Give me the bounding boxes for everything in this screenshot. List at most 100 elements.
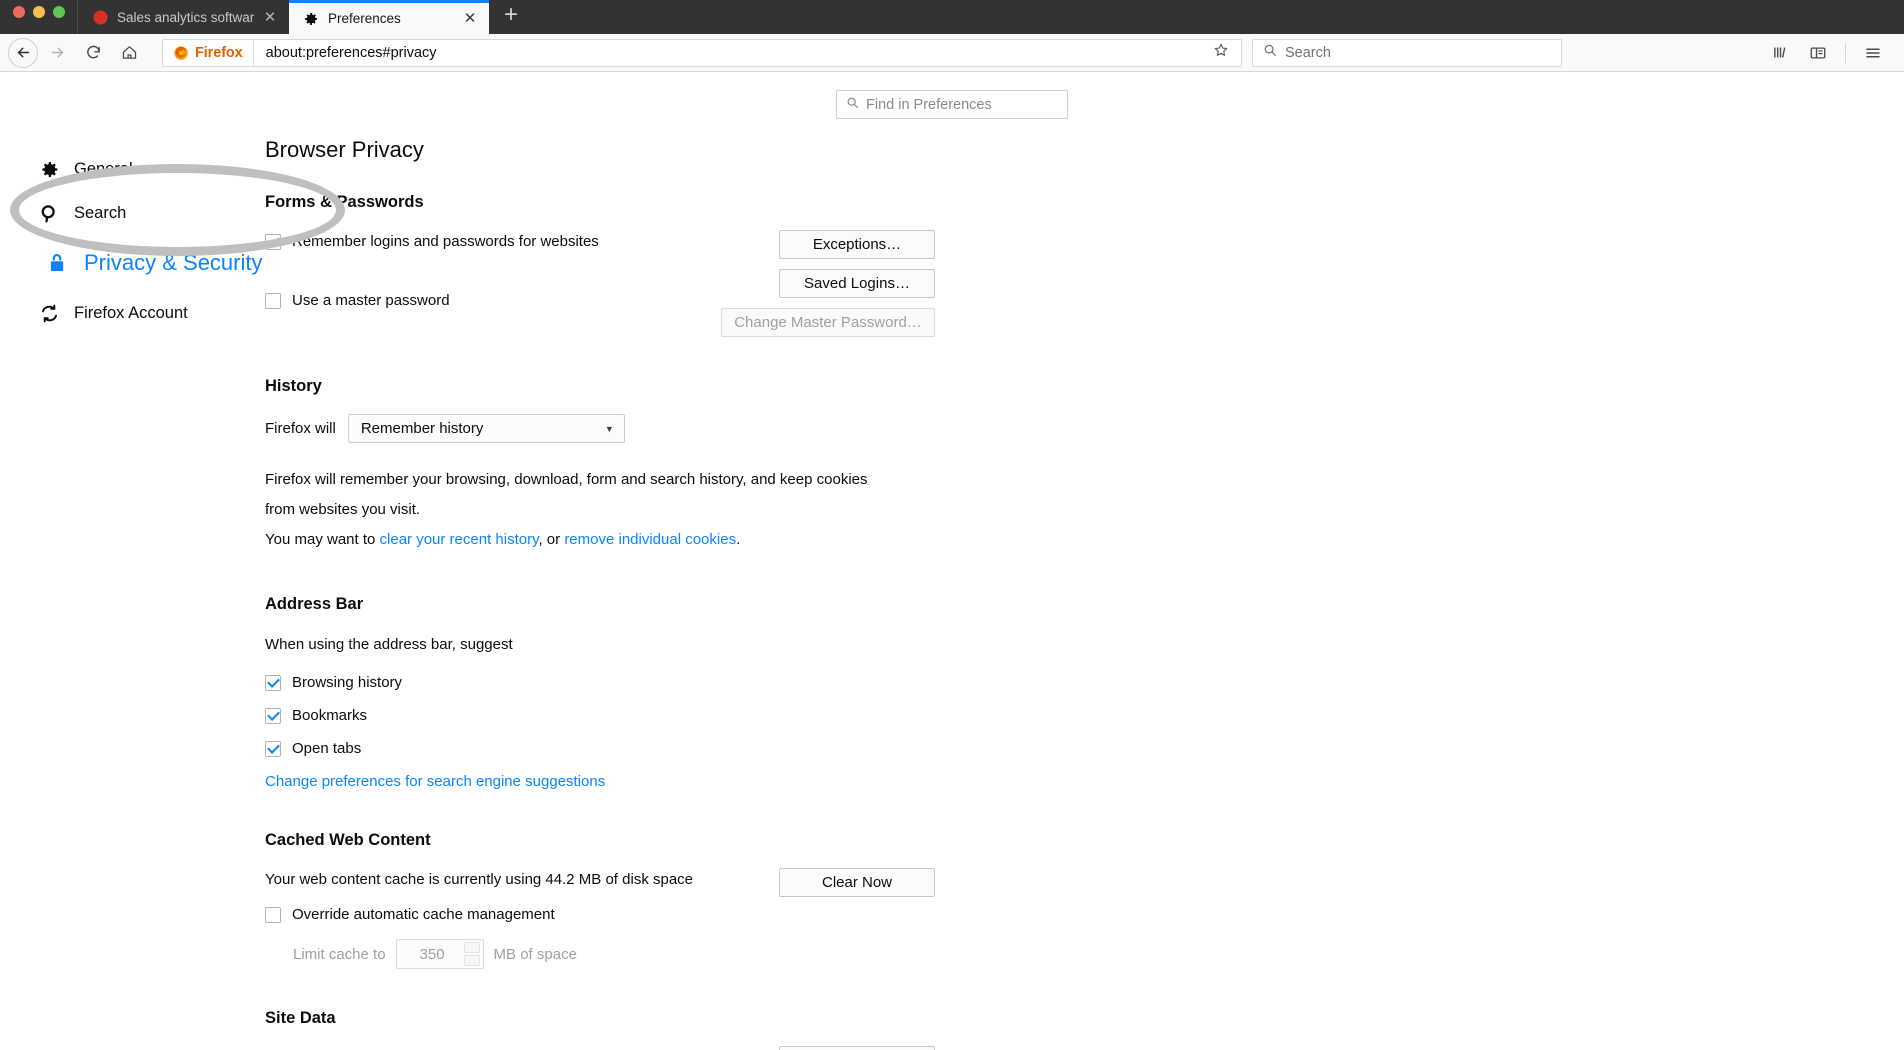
remember-logins-label: Remember logins and passwords for websit… [292, 233, 599, 250]
preferences-sidebar: General Search Privacy & Security Firefo… [0, 131, 345, 1050]
preferences-body: General Search Privacy & Security Firefo… [0, 119, 1904, 1050]
section-heading: Address Bar [265, 595, 364, 613]
reload-button[interactable] [76, 38, 110, 68]
section-site-data: Site Data Your stored site data is curre… [265, 1009, 935, 1050]
override-cache-checkbox-row[interactable]: Override automatic cache management [265, 906, 693, 923]
bookmarks-checkbox[interactable] [265, 707, 281, 724]
forms-buttons-column: Exceptions… Saved Logins… Change Master … [721, 230, 935, 337]
chevron-down-icon: ▼ [604, 423, 614, 434]
open-tabs-checkbox-row[interactable]: Open tabs [265, 740, 935, 757]
title-bar: Sales analytics software for who ✕ Prefe… [0, 0, 1904, 34]
history-hint-middle: , or [538, 531, 565, 548]
section-cached-web-content: Cached Web Content Your web content cach… [265, 831, 935, 969]
back-button[interactable] [8, 37, 38, 68]
search-bar[interactable]: Search [1252, 38, 1562, 67]
toolbar-right-group [1763, 38, 1896, 68]
search-engine-suggestions-link[interactable]: Change preferences for search engine sug… [265, 773, 605, 790]
history-description-line1: Firefox will remember your browsing, dow… [265, 471, 868, 488]
find-in-preferences-input[interactable]: Find in Preferences [836, 90, 1068, 119]
tab-title: Preferences [328, 11, 401, 26]
forward-button [40, 38, 74, 68]
history-hint-prefix: You may want to [265, 531, 380, 548]
browsing-history-checkbox[interactable] [265, 674, 281, 691]
tab-preferences[interactable]: Preferences ✕ [289, 0, 489, 34]
close-window-button[interactable] [13, 6, 25, 18]
section-forms-passwords: Forms & Passwords Remember logins and pa… [265, 193, 935, 337]
browsing-history-checkbox-row[interactable]: Browsing history [265, 674, 935, 691]
history-hint-row: You may want to clear your recent histor… [265, 525, 935, 555]
open-tabs-checkbox[interactable] [265, 740, 281, 757]
cache-limit-stepper: 350 [395, 939, 484, 969]
site-data-buttons-column: Settings… [779, 1046, 935, 1050]
home-button[interactable] [112, 38, 146, 68]
tab-sales-analytics[interactable]: Sales analytics software for who ✕ [77, 0, 289, 34]
cache-limit-suffix: MB of space [493, 945, 577, 963]
close-tab-icon[interactable]: ✕ [463, 11, 477, 26]
saved-logins-button[interactable]: Saved Logins… [779, 269, 935, 298]
history-mode-value: Remember history [360, 420, 484, 437]
master-password-checkbox[interactable] [265, 292, 281, 309]
navigation-toolbar: Firefox about:preferences#privacy Search [0, 34, 1904, 72]
section-heading: History [265, 377, 322, 395]
sidebar-item-privacy-security[interactable]: Privacy & Security [0, 235, 263, 291]
cache-buttons-column: Clear Now [779, 868, 935, 897]
remember-logins-checkbox[interactable] [265, 233, 281, 250]
bookmarks-checkbox-row[interactable]: Bookmarks [265, 707, 935, 724]
library-icon[interactable] [1763, 38, 1797, 68]
firefox-brand-chip: Firefox [163, 39, 254, 66]
stepper-up-icon [463, 942, 480, 953]
sidebar-item-firefox-account[interactable]: Firefox Account [0, 291, 263, 335]
exceptions-button[interactable]: Exceptions… [779, 230, 935, 259]
sidebar-icon[interactable] [1801, 38, 1835, 68]
cache-usage-text: Your web content cache is currently usin… [265, 871, 694, 888]
history-mode-select[interactable]: Remember history ▼ [347, 414, 625, 443]
section-address-bar: Address Bar When using the address bar, … [265, 595, 935, 791]
site-favicon [92, 9, 108, 25]
remember-logins-checkbox-row[interactable]: Remember logins and passwords for websit… [265, 233, 599, 250]
cache-limit-value: 350 [419, 945, 445, 963]
address-bar-subtitle: When using the address bar, suggest [265, 636, 513, 653]
minimize-window-button[interactable] [33, 6, 45, 18]
site-data-settings-button[interactable]: Settings… [779, 1046, 935, 1050]
cache-limit-row: Limit cache to 350 MB of space [293, 939, 693, 969]
url-input[interactable]: about:preferences#privacy [254, 45, 1201, 61]
clear-recent-history-link[interactable]: clear your recent history [380, 531, 539, 548]
url-brand-label: Firefox [195, 44, 243, 61]
stepper-arrows [463, 942, 483, 966]
close-tab-icon[interactable]: ✕ [263, 10, 277, 25]
override-cache-label: Override automatic cache management [292, 906, 555, 923]
sidebar-item-label: Firefox Account [74, 303, 188, 322]
master-password-label: Use a master password [292, 292, 450, 309]
tab-strip: Sales analytics software for who ✕ Prefe… [77, 0, 533, 34]
change-master-password-button: Change Master Password… [721, 308, 935, 337]
section-heading: Cached Web Content [265, 831, 431, 849]
open-tabs-label: Open tabs [292, 740, 362, 757]
clear-now-button[interactable]: Clear Now [779, 868, 935, 897]
sidebar-item-general[interactable]: General [0, 147, 263, 191]
bookmarks-label: Bookmarks [292, 707, 368, 724]
tab-title: Sales analytics software for who [117, 9, 254, 25]
maximize-window-button[interactable] [53, 6, 65, 18]
master-password-checkbox-row[interactable]: Use a master password [265, 292, 599, 309]
sidebar-item-label: General [74, 159, 133, 178]
search-icon [846, 96, 859, 114]
search-icon [38, 203, 60, 224]
sidebar-item-search[interactable]: Search [0, 191, 263, 235]
gear-icon [303, 11, 319, 27]
hamburger-menu-icon[interactable] [1856, 38, 1890, 68]
history-select-prefix: Firefox will [265, 420, 336, 437]
remove-individual-cookies-link[interactable]: remove individual cookies [564, 531, 736, 548]
new-tab-button[interactable]: + [489, 3, 533, 34]
star-icon[interactable] [1201, 42, 1241, 63]
history-description-line2: from websites you visit. [265, 501, 421, 518]
sync-icon [38, 303, 60, 324]
gear-icon [38, 159, 60, 180]
sidebar-item-label: Privacy & Security [84, 250, 263, 275]
address-bar[interactable]: Firefox about:preferences#privacy [162, 38, 1242, 67]
section-heading: Forms & Passwords [265, 193, 424, 211]
override-cache-checkbox[interactable] [265, 906, 281, 923]
sidebar-item-label: Search [74, 203, 127, 222]
lock-icon [46, 250, 68, 276]
toolbar-divider [1845, 42, 1846, 63]
preferences-content: Browser Privacy Forms & Passwords Rememb… [263, 131, 1904, 1050]
